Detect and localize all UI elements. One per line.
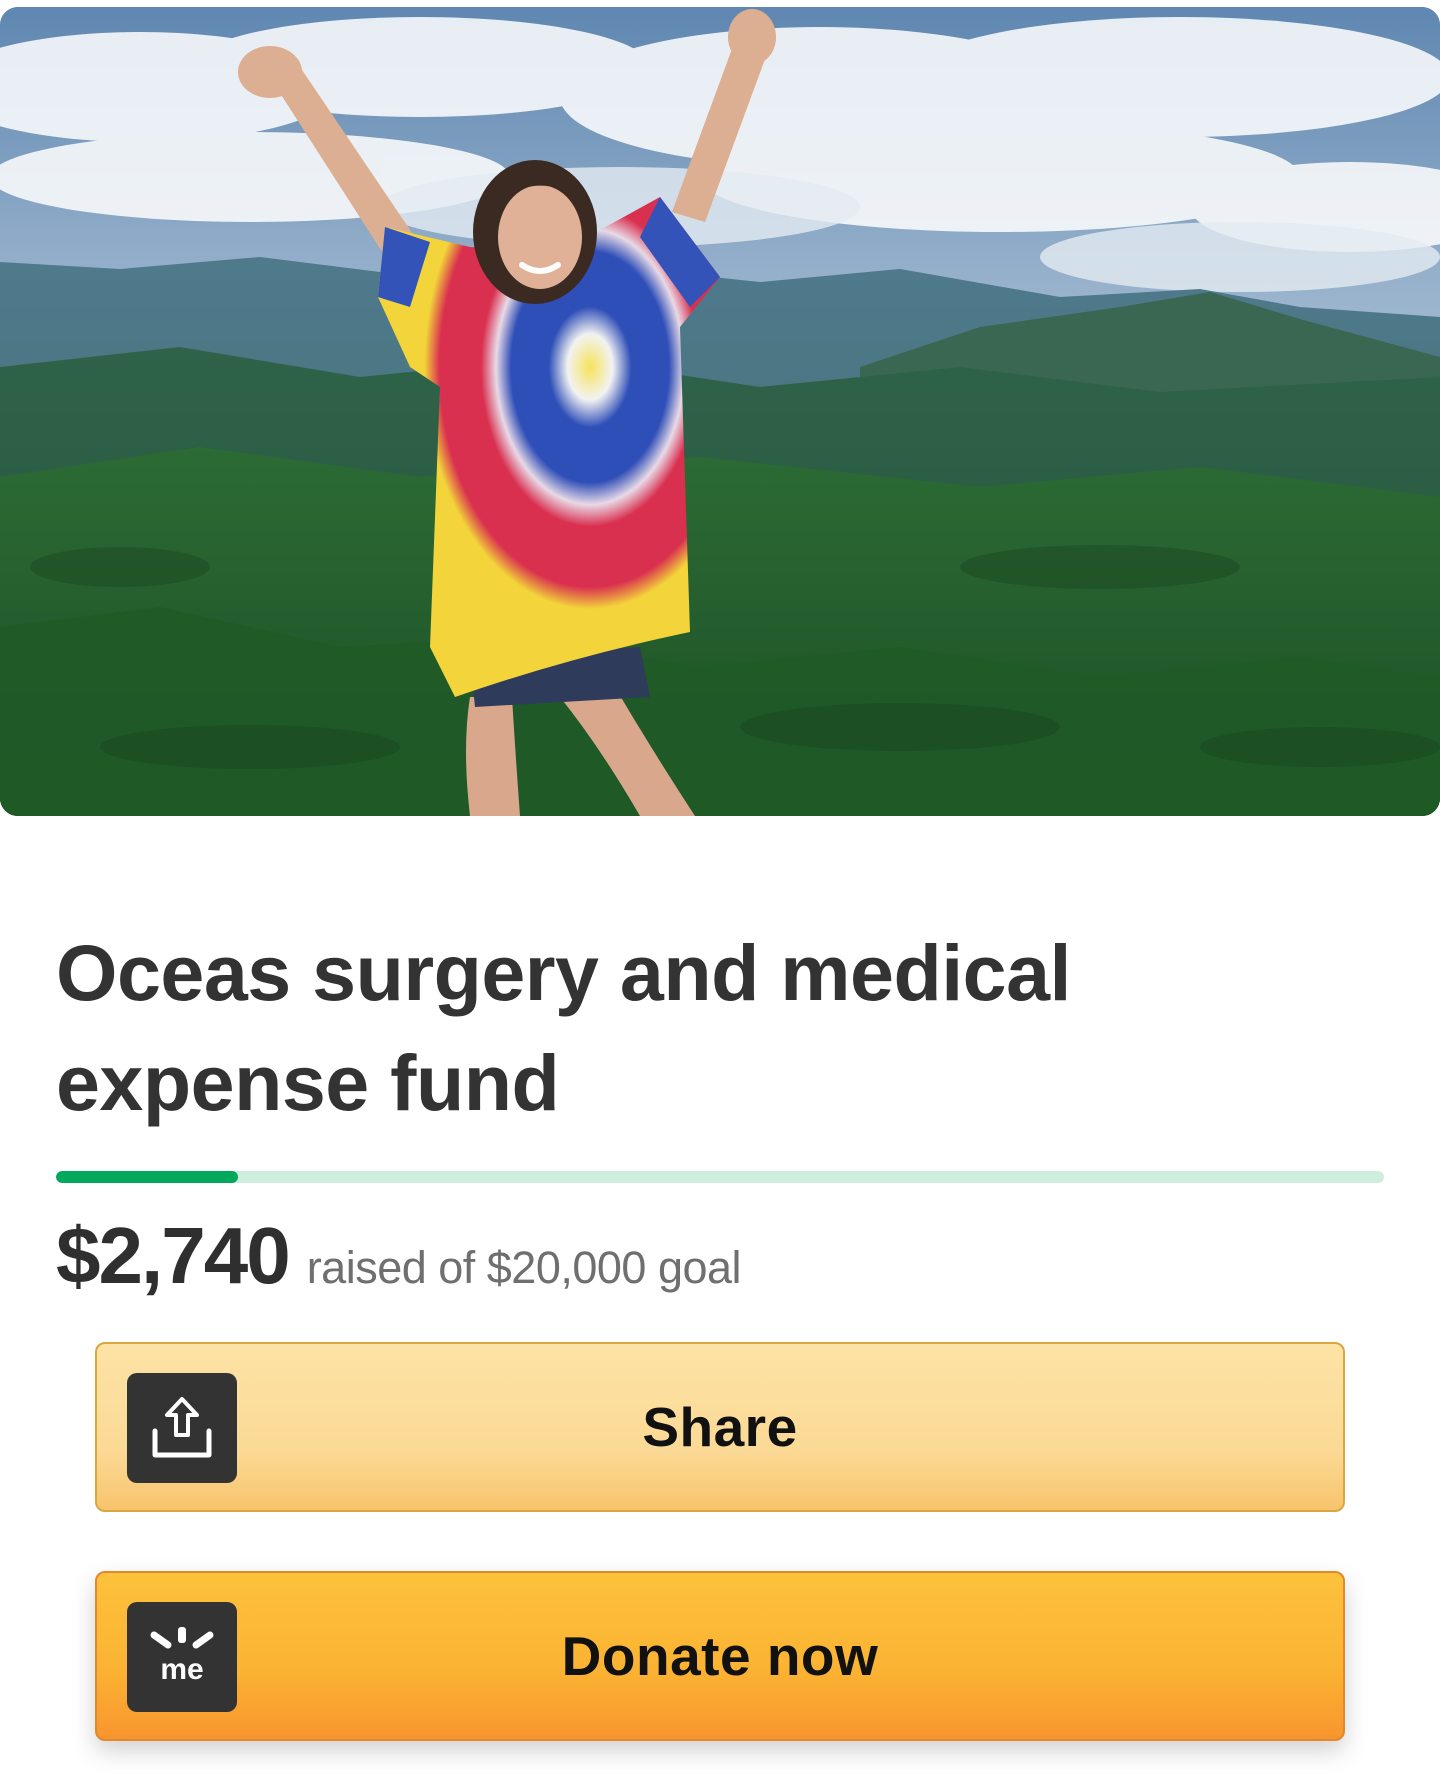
- campaign-title: Oceas surgery and medical expense fund: [56, 928, 1072, 1127]
- hero-photo-illustration: [0, 7, 1440, 816]
- amount-raised-row: $2,740 raised of $20,000 goal: [56, 1210, 742, 1302]
- amount-raised: $2,740: [56, 1211, 291, 1300]
- share-upload-icon: [127, 1373, 237, 1483]
- goal-text: raised of $20,000 goal: [306, 1242, 742, 1293]
- progress-bar-fill: [56, 1171, 238, 1183]
- donate-now-button[interactable]: me Donate now: [95, 1571, 1345, 1741]
- gofundme-logo-icon: me: [127, 1602, 237, 1712]
- svg-text:me: me: [160, 1653, 203, 1686]
- donate-button-label: Donate now: [561, 1625, 879, 1687]
- share-button-label: Share: [642, 1396, 798, 1458]
- share-button[interactable]: Share: [95, 1342, 1345, 1512]
- campaign-hero-photo: [0, 7, 1440, 816]
- fundraising-progress-bar: [56, 1171, 1384, 1183]
